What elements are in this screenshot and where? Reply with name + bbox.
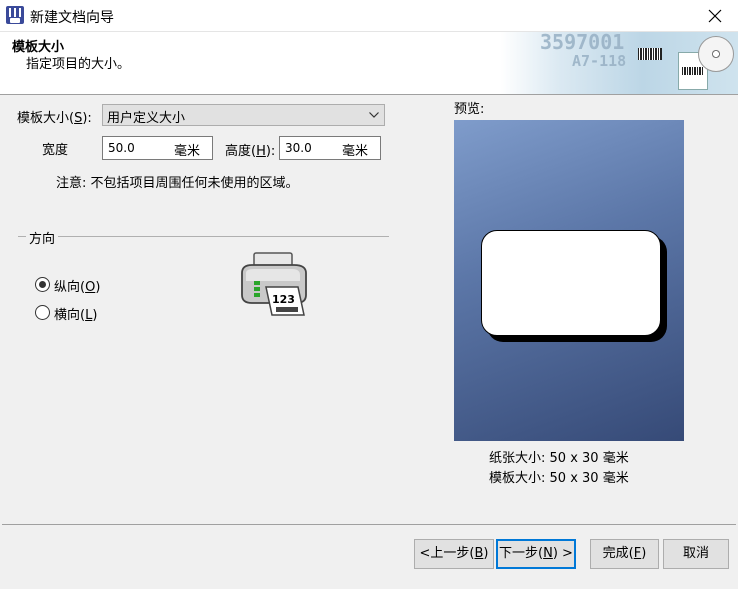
close-button[interactable] — [692, 0, 738, 32]
banner-code: A7-118 — [572, 52, 627, 70]
orientation-group-title: 方向 — [26, 228, 59, 247]
chevron-down-icon — [369, 112, 379, 118]
app-icon — [6, 6, 24, 24]
height-label: 高度(H): — [225, 144, 276, 159]
landscape-label[interactable]: 横向(L) — [54, 304, 97, 323]
printer-paper-text: 123 — [272, 293, 295, 306]
landscape-radio[interactable] — [35, 305, 50, 320]
label-preview — [481, 230, 661, 336]
width-unit: 毫米 — [173, 144, 200, 159]
printer-icon: 123 — [241, 252, 307, 316]
finish-button[interactable]: 完成(F) — [590, 539, 659, 569]
width-value: 50.0 — [108, 141, 135, 155]
footer-separator — [2, 524, 736, 525]
window-title: 新建文档向导 — [30, 10, 114, 26]
preview-label: 预览: — [454, 102, 485, 117]
template-size-label: 模板大小(S): — [17, 111, 92, 126]
height-unit: 毫米 — [341, 144, 368, 159]
orientation-group-border — [18, 236, 389, 237]
header-banner-image: 3597001 A7-118 — [500, 32, 738, 94]
close-icon — [708, 9, 722, 23]
title-bar: 新建文档向导 — [0, 0, 738, 32]
step-subtitle: 指定项目的大小。 — [26, 57, 131, 72]
disc-icon — [698, 36, 734, 72]
template-size-value: 用户定义大小 — [107, 111, 186, 126]
height-field[interactable]: 30.0 毫米 — [279, 136, 381, 160]
portrait-label[interactable]: 纵向(O) — [54, 276, 100, 295]
width-field[interactable]: 50.0 毫米 — [102, 136, 213, 160]
width-label: 宽度 — [42, 143, 69, 158]
next-button[interactable]: 下一步(N) > — [496, 539, 576, 569]
wizard-header: 模板大小 指定项目的大小。 3597001 A7-118 — [0, 32, 738, 95]
banner-number: 3597001 — [540, 32, 625, 54]
template-size-dropdown[interactable]: 用户定义大小 — [102, 104, 385, 126]
portrait-radio[interactable] — [35, 277, 50, 292]
paper-size-info: 纸张大小: 50 x 30 毫米 — [489, 451, 629, 466]
cancel-button[interactable]: 取消 — [663, 539, 729, 569]
back-button[interactable]: <上一步(B) — [414, 539, 494, 569]
barcode-icon — [638, 48, 662, 60]
height-value: 30.0 — [285, 141, 312, 155]
note-text: 注意: 不包括项目周围任何未使用的区域。 — [56, 176, 299, 191]
template-size-info: 模板大小: 50 x 30 毫米 — [489, 471, 629, 486]
